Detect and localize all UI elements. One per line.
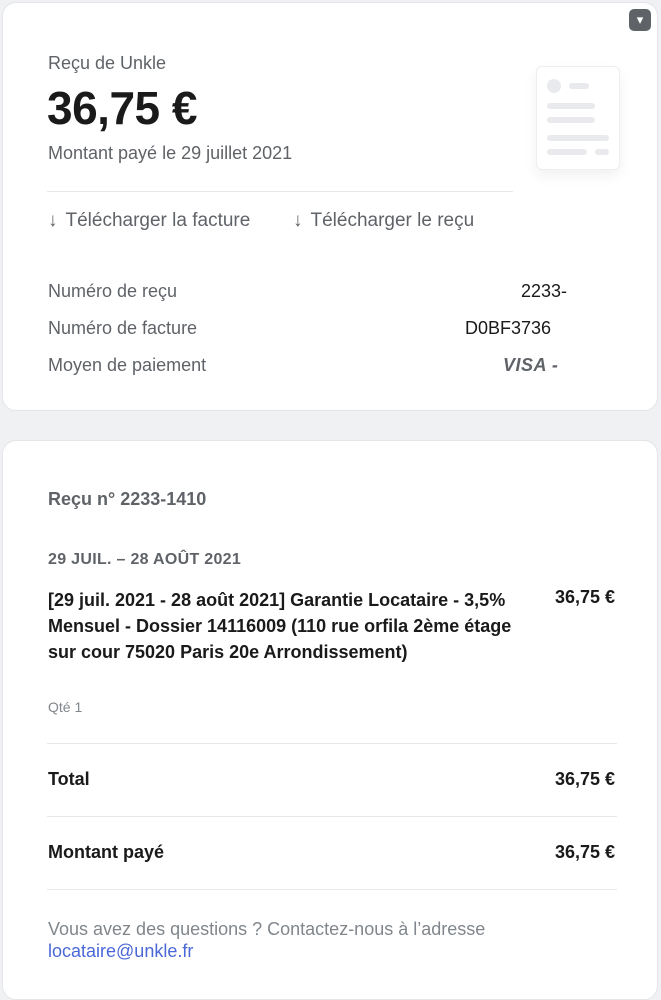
invoice-number-value: D0BF3736 — [465, 318, 552, 338]
chevron-down-icon[interactable]: ▾ — [629, 9, 651, 31]
receipt-number-label: Numéro de reçu — [48, 281, 178, 301]
receipt-brand-title: Reçu de Unkle — [48, 53, 167, 73]
arrow-down-icon: ↓ — [48, 210, 58, 231]
download-invoice-label: Télécharger la facture — [65, 210, 251, 231]
total-value: 36,75 € — [554, 769, 615, 789]
payment-method-value: VISA - — [503, 355, 559, 375]
billing-period: 29 JUIL. – 28 AOÛT 2021 — [48, 551, 242, 568]
invoice-number-label: Numéro de facture — [48, 318, 198, 338]
line-item-description: [29 juil. 2021 - 28 août 2021] Garantie … — [48, 590, 512, 662]
amount-paid-label: Montant payé — [48, 842, 165, 862]
line-item-quantity: Qté 1 — [48, 699, 83, 715]
download-receipt-label: Télécharger le reçu — [310, 210, 475, 231]
arrow-down-icon: ↓ — [293, 210, 303, 231]
payment-method-label: Moyen de paiement — [48, 355, 207, 375]
contact-text: Vous avez des questions ? Contactez-nous… — [48, 919, 486, 939]
summary-divider — [47, 191, 513, 192]
amount-paid-value: 36,75 € — [554, 842, 615, 862]
download-invoice-link[interactable]: ↓ Télécharger la facture — [48, 210, 250, 232]
receipt-number-value: 2233- — [521, 281, 568, 301]
receipt-detail-card: Reçu n° 2233-1410 29 JUIL. – 28 AOÛT 202… — [2, 440, 658, 1000]
line-item-amount: 36,75 € — [554, 587, 615, 607]
amount-paid: 36,75 € — [47, 82, 197, 134]
receipt-document-icon — [536, 66, 620, 170]
total-label: Total — [48, 769, 90, 789]
receipt-summary-card: ▾ Reçu de Unkle 36,75 € Montant payé le … — [2, 2, 658, 411]
receipt-number-heading: Reçu n° 2233-1410 — [48, 489, 207, 509]
download-receipt-link[interactable]: ↓ Télécharger le reçu — [293, 210, 474, 232]
paid-divider — [47, 889, 617, 890]
payment-date-line: Montant payé le 29 juillet 2021 — [48, 143, 293, 163]
items-divider — [47, 743, 617, 744]
contact-message: Vous avez des questions ? Contactez-nous… — [48, 918, 588, 962]
total-divider — [47, 816, 617, 817]
contact-email-link[interactable]: locataire@unkle.fr — [48, 941, 193, 961]
